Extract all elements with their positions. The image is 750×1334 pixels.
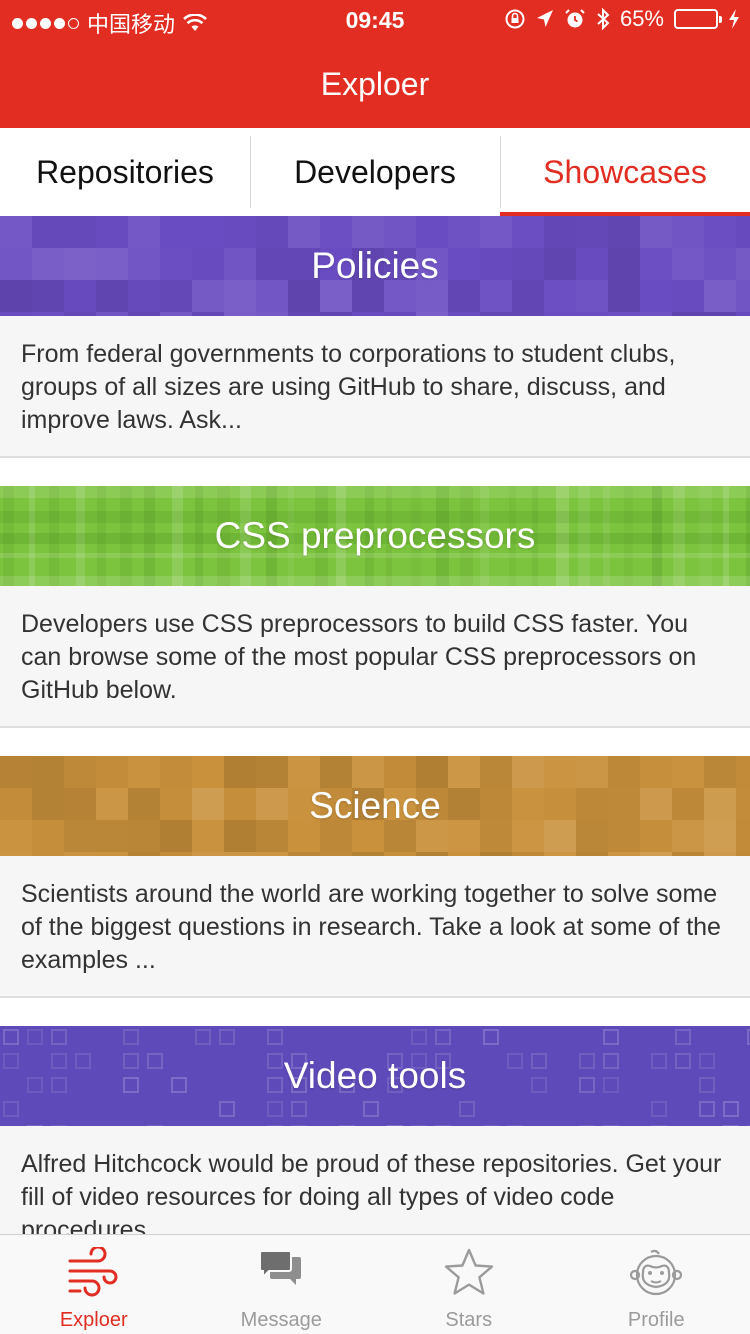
showcase-banner: Policies [0,216,750,316]
status-bar: 中国移动 09:45 65% [0,0,750,40]
showcase-banner: Video tools [0,1026,750,1126]
tabbar-item-message[interactable]: Message [188,1235,376,1334]
showcase-title: Policies [311,245,439,286]
showcase-card-css-preprocessors[interactable]: CSS preprocessors Developers use CSS pre… [0,486,750,728]
tabbar-label: Profile [627,1309,685,1331]
battery-icon [674,9,722,29]
segment-tabs: Repositories Developers Showcases [0,128,750,216]
page-title: Exploer [320,66,430,102]
location-icon [536,10,553,27]
tab-repositories[interactable]: Repositories [0,128,250,216]
bluetooth-icon [597,8,610,30]
tab-developers[interactable]: Developers [250,128,500,216]
showcase-title: Science [309,785,441,826]
showcase-description: Developers use CSS preprocessors to buil… [0,586,750,728]
monkey-face-icon [630,1249,683,1296]
showcase-list: Policies From federal governments to cor… [0,216,750,1234]
showcase-description: Alfred Hitchcock would be proud of these… [0,1126,750,1234]
tabbar-label: Message [240,1309,322,1331]
showcase-description: Scientists around the world are working … [0,856,750,998]
rotation-lock-icon [505,9,525,29]
showcase-card-science[interactable]: Science Scientists around the world are … [0,756,750,998]
battery-percent: 65% [619,6,664,31]
showcase-banner: CSS preprocessors [0,486,750,586]
bottom-tab-bar: Exploer Message Stars Profile [0,1234,750,1334]
tabbar-label: Exploer [59,1309,128,1331]
wind-icon [68,1247,118,1297]
charging-bolt-icon [729,9,739,29]
tabbar-item-profile[interactable]: Profile [563,1235,750,1334]
star-icon [444,1248,493,1295]
tabbar-label: Stars [445,1309,493,1331]
chat-bubbles-icon [259,1250,302,1285]
showcase-title: Video tools [283,1055,467,1096]
showcase-banner: Science [0,756,750,856]
showcase-description: From federal governments to corporations… [0,316,750,458]
header: 中国移动 09:45 65% Exploer [0,0,750,128]
showcase-title: CSS preprocessors [214,515,536,556]
showcase-card-policies[interactable]: Policies From federal governments to cor… [0,216,750,458]
alarm-icon [565,9,585,28]
tabbar-item-exploer[interactable]: Exploer [0,1235,188,1334]
tabbar-item-stars[interactable]: Stars [375,1235,563,1334]
showcase-card-video-tools[interactable]: Video tools Alfred Hitchcock would be pr… [0,1026,750,1234]
tab-showcases[interactable]: Showcases [500,128,750,216]
